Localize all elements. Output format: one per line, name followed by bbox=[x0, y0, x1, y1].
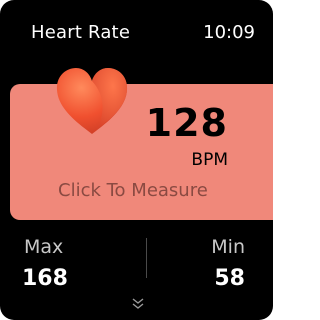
min-label: Min bbox=[211, 236, 245, 258]
max-value: 168 bbox=[22, 266, 68, 291]
min-value: 58 bbox=[214, 266, 245, 291]
heart-rate-value: 128 bbox=[145, 101, 228, 145]
clock: 10:09 bbox=[203, 22, 255, 43]
max-label: Max bbox=[24, 236, 64, 258]
watch-screen: Heart Rate 10:09 128 BPM Click To Measur… bbox=[0, 0, 273, 320]
stats-divider bbox=[146, 238, 147, 278]
chevron-down-double-icon[interactable] bbox=[131, 297, 145, 311]
heart-icon bbox=[56, 68, 128, 134]
header: Heart Rate 10:09 bbox=[0, 0, 273, 70]
heart-rate-unit: BPM bbox=[191, 150, 228, 170]
measure-button-label[interactable]: Click To Measure bbox=[58, 180, 208, 201]
page-title: Heart Rate bbox=[31, 22, 131, 43]
